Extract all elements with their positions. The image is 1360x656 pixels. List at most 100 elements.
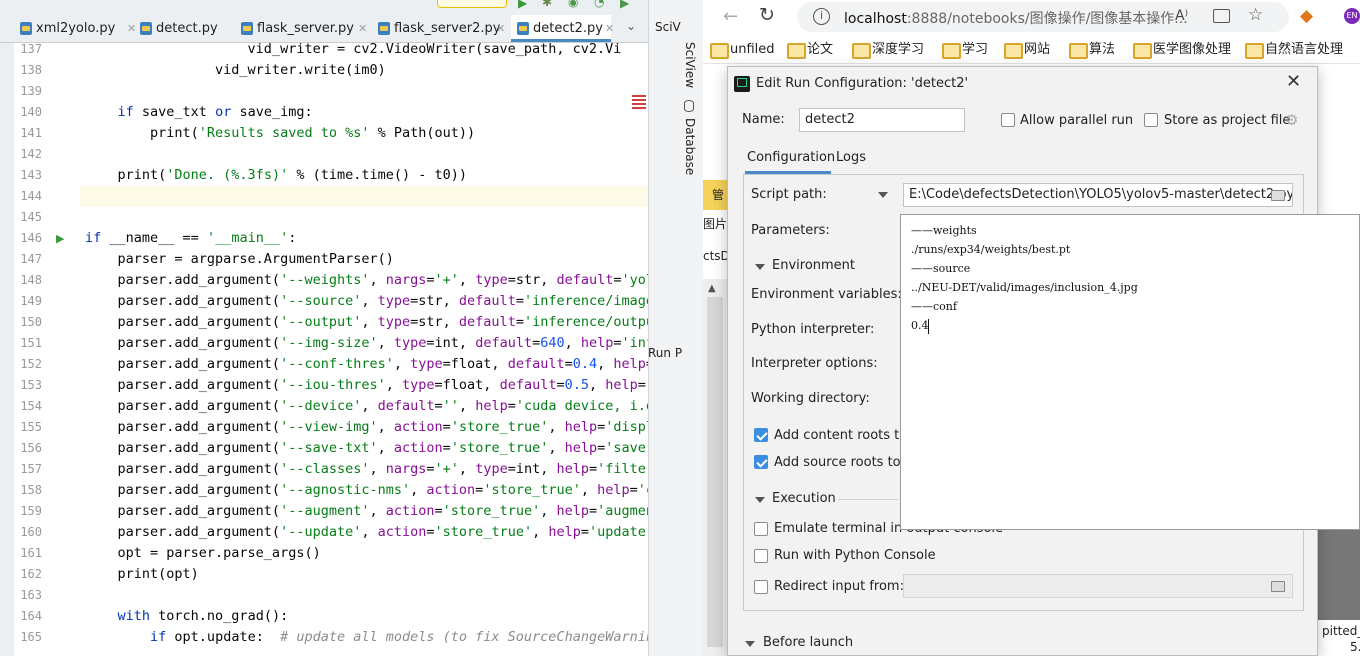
code-line[interactable]: if opt.update: # update all models (to f… xyxy=(85,627,648,648)
bookmark-folder[interactable]: unfiled xyxy=(710,42,775,60)
bookmark-folder[interactable]: 学习 xyxy=(942,42,988,60)
before-launch-chevron-icon[interactable] xyxy=(745,641,755,647)
code-line[interactable]: print('Results saved to %s' % Path(out)) xyxy=(85,123,475,144)
profile-icon[interactable]: ◔ xyxy=(594,0,604,9)
bookmark-folder[interactable]: 医学图像处理 xyxy=(1133,42,1231,60)
database-tool-tab[interactable]: Database xyxy=(683,118,697,175)
code-line[interactable]: parser.add_argument('--weights', nargs='… xyxy=(85,270,649,291)
code-line[interactable]: parser.add_argument('--device', default=… xyxy=(85,396,649,417)
address-bar[interactable]: i localhost:8888/notebooks/图像操作/图像基本操作..… xyxy=(797,2,1289,32)
code-line[interactable]: parser.add_argument('--source', type=str… xyxy=(85,291,649,312)
python-file-icon xyxy=(378,22,390,35)
code-line[interactable]: parser.add_argument('--agnostic-nms', ac… xyxy=(85,480,649,501)
run-gutter-icon[interactable]: ▶ xyxy=(56,232,64,245)
close-icon[interactable]: ✕ xyxy=(358,15,367,42)
code-line[interactable]: parser.add_argument('--augment', action=… xyxy=(85,501,649,522)
code-line[interactable]: opt = parser.parse_args() xyxy=(85,543,321,564)
sciview-tool-tab[interactable]: SciView xyxy=(683,42,697,88)
code-editor[interactable]: vid_writer = cv2.VideoWriter(save_path, … xyxy=(85,43,648,656)
close-icon[interactable]: ✕ xyxy=(1286,71,1301,92)
back-arrow-icon[interactable]: ← xyxy=(723,6,738,27)
app-available-icon[interactable] xyxy=(1213,9,1230,23)
browse-folder-icon[interactable] xyxy=(1271,581,1285,592)
redirect-input-field[interactable] xyxy=(903,574,1293,598)
code-line[interactable]: if save_txt or save_img: xyxy=(85,102,313,123)
error-stripe-icon xyxy=(632,95,646,111)
bookmark-folder[interactable]: 深度学习 xyxy=(852,42,924,60)
ide-toolbar: ▶ ✱ ◉ ◔ ▶ xyxy=(0,0,648,15)
add-source-roots-checkbox[interactable] xyxy=(754,455,768,469)
environment-chevron-icon[interactable] xyxy=(755,264,765,270)
close-icon[interactable]: ✕ xyxy=(496,15,505,42)
browse-folder-icon[interactable] xyxy=(1271,190,1285,201)
profile-avatar[interactable]: EN xyxy=(1344,8,1360,24)
store-project-checkbox[interactable] xyxy=(1144,113,1158,127)
tab-detect[interactable]: detect.py✕ xyxy=(134,15,252,42)
before-launch-section[interactable]: Before launch xyxy=(763,635,853,650)
url-text[interactable]: localhost:8888/notebooks/图像操作/图像基本操作... xyxy=(844,8,1188,28)
code-line[interactable]: print('Done. (%.3fs)' % (time.time() - t… xyxy=(85,165,468,186)
script-path-field[interactable]: E:\Code\defectsDetection\YOLO5\yolov5-ma… xyxy=(903,183,1293,207)
code-line[interactable]: parser.add_argument('--save-txt', action… xyxy=(85,438,648,459)
script-type-dropdown-icon[interactable] xyxy=(878,192,888,198)
code-line[interactable]: parser.add_argument('--iou-thres', type=… xyxy=(85,375,649,396)
code-line[interactable]: with torch.no_grad(): xyxy=(85,606,289,627)
name-field[interactable]: detect2 xyxy=(799,108,965,132)
code-line[interactable]: vid_writer = cv2.VideoWriter(save_path, … xyxy=(85,43,622,60)
tab-xml2yolo[interactable]: xml2yolo.py ✕ xyxy=(14,15,136,42)
run-concurrency-icon[interactable]: ▶ xyxy=(620,0,629,10)
code-line[interactable]: print(opt) xyxy=(85,564,199,585)
bookmark-folder[interactable]: 论文 xyxy=(787,42,833,60)
tab-overflow-chevron-icon[interactable]: ⌄ xyxy=(626,19,636,33)
image-caption: pitted_ xyxy=(1322,624,1360,638)
scroll-up-icon[interactable]: ▲ xyxy=(708,283,716,294)
tab-label: detect2.py xyxy=(533,21,603,36)
code-line[interactable]: parser.add_argument('--classes', nargs='… xyxy=(85,459,649,480)
parameters-expanded-editor[interactable]: ——weights ./runs/exp34/weights/best.pt —… xyxy=(900,214,1360,530)
execution-section[interactable]: Execution xyxy=(772,491,836,506)
notebook-scroll-area: ▲ xyxy=(703,279,727,656)
code-line[interactable]: if __name__ == '__main__': xyxy=(85,228,296,249)
run-icon[interactable]: ▶ xyxy=(518,0,527,10)
read-aloud-icon[interactable]: A⁾ xyxy=(1175,8,1188,24)
scrollbar-thumb[interactable] xyxy=(707,297,723,647)
close-icon[interactable]: ✕ xyxy=(605,15,614,42)
run-panel-label[interactable]: Run P xyxy=(648,346,682,360)
code-line[interactable]: parser.add_argument('--view-img', action… xyxy=(85,417,649,438)
code-line[interactable]: vid_writer.write(im0) xyxy=(85,60,386,81)
run-config-selector[interactable] xyxy=(437,0,507,8)
bookmark-folder[interactable]: 算法 xyxy=(1069,42,1115,60)
coverage-icon[interactable]: ◉ xyxy=(568,0,578,9)
sciview-tab-cut[interactable]: SciV xyxy=(655,20,681,34)
allow-parallel-checkbox[interactable] xyxy=(1001,113,1015,127)
debug-icon[interactable]: ✱ xyxy=(542,0,552,9)
code-line[interactable]: parser = argparse.ArgumentParser() xyxy=(85,249,394,270)
notebook-fragment: 图片 xyxy=(703,217,728,231)
run-python-console-checkbox[interactable] xyxy=(754,549,768,563)
tab-flask-server[interactable]: flask_server.py ✕ xyxy=(235,15,367,42)
favorite-icon[interactable]: ☆ xyxy=(1248,5,1263,25)
bookmark-folder[interactable]: 自然语言处理 xyxy=(1245,42,1343,60)
param-line: ./runs/exp34/weights/best.pt xyxy=(911,243,1071,256)
info-icon[interactable]: i xyxy=(813,8,830,25)
metamask-icon[interactable]: ◆ xyxy=(1300,6,1313,26)
tab-detect2[interactable]: detect2.py ✕ xyxy=(511,15,614,42)
code-line[interactable]: parser.add_argument('--conf-thres', type… xyxy=(85,354,649,375)
code-line[interactable]: parser.add_argument('--output', type=str… xyxy=(85,312,649,333)
code-line[interactable]: parser.add_argument('--update', action='… xyxy=(85,522,648,543)
emulate-terminal-checkbox[interactable] xyxy=(754,522,768,536)
code-line[interactable]: parser.add_argument('--img-size', type=i… xyxy=(85,333,649,354)
execution-chevron-icon[interactable] xyxy=(755,497,765,503)
tab-flask-server2[interactable]: flask_server2.py ✕ xyxy=(372,15,505,42)
tab-logs[interactable]: Logs xyxy=(836,150,866,165)
reload-icon[interactable]: ↻ xyxy=(759,4,775,26)
editor-tab-bar: xml2yolo.py✕ detect.py✕ flask_server.py✕… xyxy=(0,15,648,43)
redirect-input-label: Redirect input from: xyxy=(774,579,904,594)
bookmark-folder[interactable]: 网站 xyxy=(1004,42,1050,60)
store-project-label: Store as project file xyxy=(1164,113,1291,128)
add-content-roots-checkbox[interactable] xyxy=(754,428,768,442)
redirect-input-checkbox[interactable] xyxy=(754,580,768,594)
tab-configuration[interactable]: Configuration xyxy=(747,150,835,165)
environment-section[interactable]: Environment xyxy=(772,258,855,273)
gear-icon[interactable]: ⚙ xyxy=(1285,111,1298,129)
